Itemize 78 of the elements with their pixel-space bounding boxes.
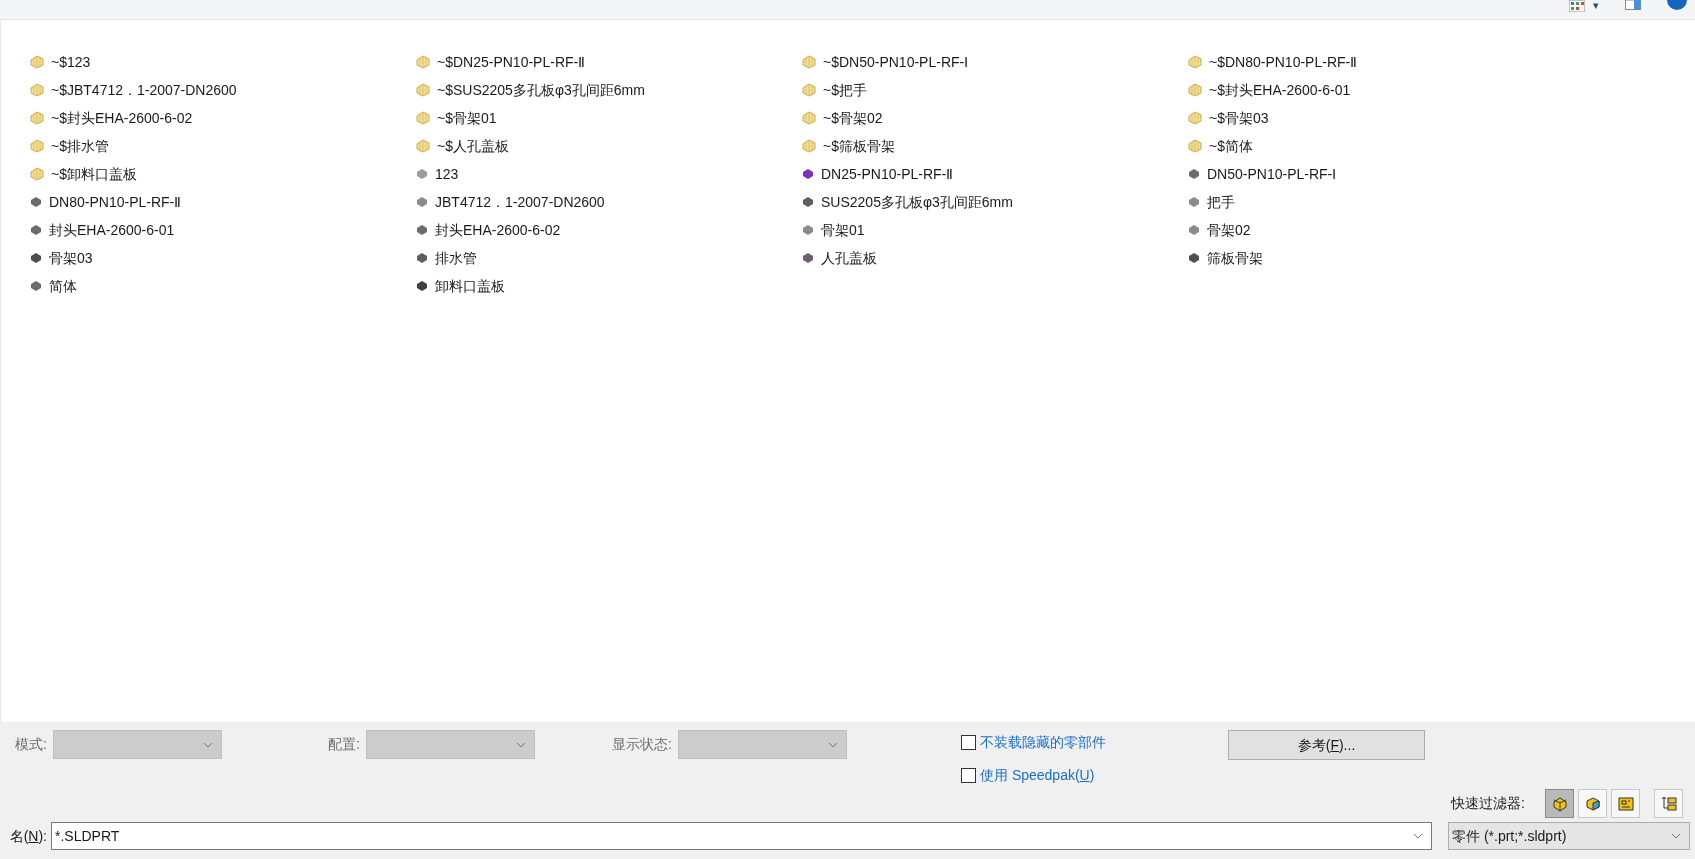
file-item[interactable]: 简体 — [29, 272, 415, 300]
file-item[interactable]: 123 — [415, 160, 801, 188]
file-item[interactable]: SUS2205多孔板φ3孔间距6mm — [801, 188, 1187, 216]
file-item[interactable]: ~$123 — [29, 48, 415, 76]
quick-filter-label: 快速过滤器: — [1451, 794, 1525, 813]
file-type-dropdown[interactable]: 零件 (*.prt;*.sldprt) — [1448, 822, 1690, 850]
file-item[interactable]: 人孔盖板 — [801, 244, 1187, 272]
file-item[interactable]: 筛板骨架 — [1187, 244, 1573, 272]
file-item[interactable]: ~$排水管 — [29, 132, 415, 160]
grid-view-icon[interactable] — [1569, 0, 1585, 12]
part-file-icon — [1187, 82, 1203, 98]
file-item[interactable]: ~$封头EHA-2600-6-01 — [1187, 76, 1573, 104]
part-file-icon — [415, 54, 431, 70]
field-label: 配置: — [328, 735, 360, 754]
file-item[interactable]: 骨架03 — [29, 244, 415, 272]
chevron-down-icon — [1413, 833, 1423, 839]
file-item[interactable]: 卸料口盖板 — [415, 272, 801, 300]
checkbox[interactable] — [961, 735, 976, 750]
file-item[interactable]: ~$骨架02 — [801, 104, 1187, 132]
file-name-field[interactable]: *.SLDPRT — [51, 822, 1432, 850]
file-item[interactable]: DN50-PN10-PL-RF-Ⅰ — [1187, 160, 1573, 188]
checkbox[interactable] — [961, 768, 976, 783]
filter-button[interactable] — [1611, 789, 1640, 818]
part-file-icon — [801, 82, 817, 98]
part-file-icon — [29, 54, 45, 70]
drawing-filter-icon — [1616, 794, 1635, 813]
file-item[interactable]: ~$简体 — [1187, 132, 1573, 160]
part-file-icon — [801, 138, 817, 154]
file-item[interactable]: 封头EHA-2600-6-01 — [29, 216, 415, 244]
file-item[interactable]: DN25-PN10-PL-RF-Ⅱ — [801, 160, 1187, 188]
file-item[interactable]: JBT4712．1-2007-DN2600 — [415, 188, 801, 216]
file-item[interactable]: 骨架02 — [1187, 216, 1573, 244]
file-item[interactable]: 把手 — [1187, 188, 1573, 216]
part-file-icon — [801, 54, 817, 70]
file-item[interactable]: ~$DN50-PN10-PL-RF-Ⅰ — [801, 48, 1187, 76]
chevron-down-icon — [828, 741, 838, 748]
file-item[interactable]: ~$骨架01 — [415, 104, 801, 132]
file-item[interactable]: ~$把手 — [801, 76, 1187, 104]
top-level-filter-icon — [1659, 794, 1678, 813]
checkbox-label: 不装载隐藏的零部件 — [980, 733, 1106, 752]
field-label: 模式: — [15, 735, 47, 754]
part-file-icon — [29, 166, 45, 182]
preview-pane-icon[interactable] — [1625, 0, 1641, 10]
file-item[interactable]: ~$JBT4712．1-2007-DN2600 — [29, 76, 415, 104]
part-file-icon — [29, 138, 45, 154]
chevron-down-icon — [516, 741, 526, 748]
file-item[interactable]: ~$卸料口盖板 — [29, 160, 415, 188]
file-item[interactable]: ~$人孔盖板 — [415, 132, 801, 160]
part-file-icon — [801, 110, 817, 126]
file-item[interactable]: ~$DN80-PN10-PL-RF-Ⅱ — [1187, 48, 1573, 76]
part-file-icon — [415, 110, 431, 126]
view-menu-caret[interactable]: ▾ — [1593, 0, 1599, 10]
part-file-icon — [1187, 110, 1203, 126]
file-item[interactable]: 封头EHA-2600-6-02 — [415, 216, 801, 244]
file-item[interactable]: DN80-PN10-PL-RF-Ⅱ — [29, 188, 415, 216]
file-item[interactable]: ~$筛板骨架 — [801, 132, 1187, 160]
file-name-label: 名(N): — [8, 826, 48, 846]
checkbox-label: 使用 Speedpak(U) — [980, 766, 1095, 785]
filter-button[interactable] — [1654, 789, 1683, 818]
file-item[interactable]: 骨架01 — [801, 216, 1187, 244]
file-item[interactable]: ~$封头EHA-2600-6-02 — [29, 104, 415, 132]
references-button[interactable]: 参考(F)... — [1228, 730, 1425, 760]
file-item[interactable]: ~$骨架03 — [1187, 104, 1573, 132]
chevron-down-icon — [1671, 833, 1681, 839]
file-item[interactable]: 排水管 — [415, 244, 801, 272]
part-file-icon — [29, 82, 45, 98]
filter-button[interactable] — [1545, 789, 1574, 818]
part-file-icon — [415, 138, 431, 154]
part-file-icon — [1187, 54, 1203, 70]
field-label: 显示状态: — [612, 735, 672, 754]
filter-button[interactable] — [1578, 789, 1607, 818]
help-icon[interactable] — [1667, 0, 1687, 11]
part-file-icon — [415, 82, 431, 98]
part-file-icon — [1187, 138, 1203, 154]
chevron-down-icon — [203, 741, 213, 748]
file-item[interactable]: ~$SUS2205多孔板φ3孔间距6mm — [415, 76, 801, 104]
file-item[interactable]: ~$DN25-PN10-PL-RF-Ⅱ — [415, 48, 801, 76]
part-file-icon — [29, 110, 45, 126]
